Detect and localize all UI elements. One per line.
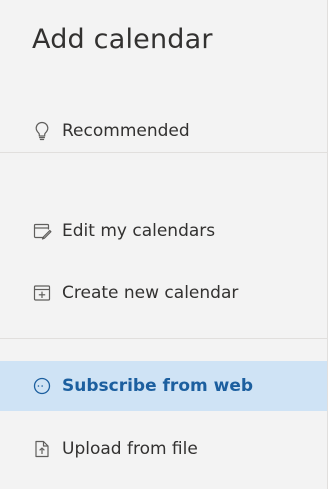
nav-item-upload-from-file[interactable]: Upload from file <box>0 424 327 474</box>
section-divider <box>0 152 327 153</box>
nav-item-subscribe-from-web-label: Subscribe from web <box>62 376 254 396</box>
calendar-add-icon <box>32 283 52 303</box>
section-divider <box>0 338 327 339</box>
add-calendar-panel: Add calendar Recommended Edit my calenda… <box>0 0 328 489</box>
nav-item-edit-my-calendars-label: Edit my calendars <box>62 221 216 241</box>
nav-item-create-new-calendar-label: Create new calendar <box>62 283 239 303</box>
nav-item-upload-from-file-label: Upload from file <box>62 439 198 459</box>
nav-item-create-new-calendar[interactable]: Create new calendar <box>0 268 327 318</box>
nav-item-recommended[interactable]: Recommended <box>0 106 327 156</box>
globe-icon <box>32 376 52 396</box>
panel-title: Add calendar <box>32 24 213 55</box>
file-upload-icon <box>32 439 52 459</box>
edit-calendar-icon <box>32 221 52 241</box>
nav-item-recommended-label: Recommended <box>62 121 190 141</box>
nav-item-subscribe-from-web[interactable]: Subscribe from web <box>0 361 327 411</box>
nav-item-edit-my-calendars[interactable]: Edit my calendars <box>0 206 327 256</box>
lightbulb-icon <box>32 121 52 141</box>
